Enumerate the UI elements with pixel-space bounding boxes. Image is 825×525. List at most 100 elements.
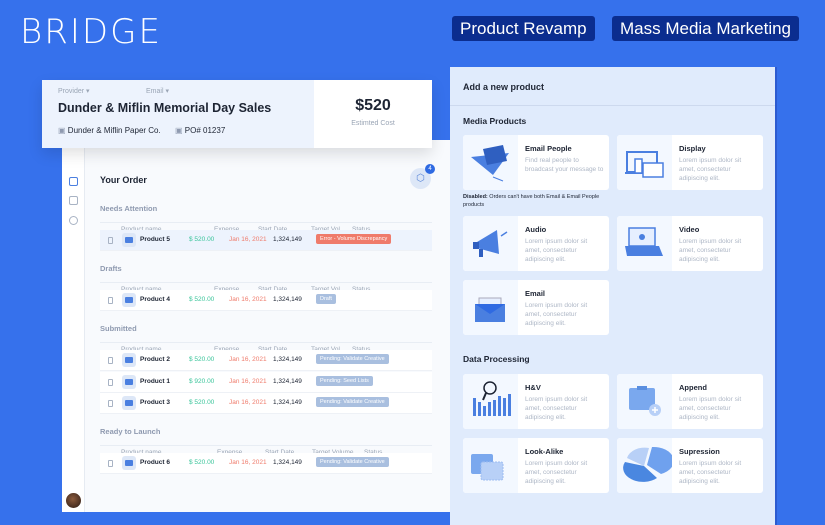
gear-icon[interactable]: [69, 216, 78, 225]
cart-count-badge: 4: [425, 164, 435, 174]
bar-magnifier-icon: [463, 374, 518, 429]
target-volume: 1,324,149: [273, 399, 302, 406]
card-title: Supression: [679, 447, 720, 456]
product-card-email-people[interactable]: Email People Find real people to broadcas…: [463, 135, 609, 190]
product-card-email[interactable]: Email Lorem ipsum dolor sit amet, consect…: [463, 280, 609, 335]
trash-icon[interactable]: [108, 357, 113, 364]
expense: $ 520.00: [189, 296, 215, 303]
table-row[interactable]: Product 1 $ 920.00 Jan 16, 2021 1,324,149 Pe…: [100, 371, 432, 393]
start-date: Jan 16, 2021: [229, 399, 267, 406]
card-description: Find real people to broadcast your messa…: [525, 157, 604, 173]
card-description: Lorem ipsum dolor sit amet, consectetur …: [679, 396, 742, 421]
company-name: ▣ Dunder & Miflin Paper Co.: [58, 126, 161, 135]
po-label: PO# 01237: [184, 126, 226, 135]
target-volume: 1,324,149: [273, 236, 302, 243]
product-icon: [122, 396, 136, 410]
box-icon: ⬡: [416, 173, 425, 184]
order-header-card: Provider ▾ Email ▾ Dunder & Miflin Memor…: [42, 80, 432, 148]
start-date: Jan 16, 2021: [229, 356, 267, 363]
avatar[interactable]: [66, 493, 81, 508]
product-card-h-v[interactable]: H&V Lorem ipsum dolor sit amet, consectet…: [463, 374, 609, 429]
dashboard-icon[interactable]: [69, 177, 78, 186]
product-name: Product 2: [140, 356, 170, 363]
product-icon: [122, 456, 136, 470]
trash-icon[interactable]: [108, 460, 113, 467]
card-title: Look-Alike: [525, 447, 564, 456]
card-title: Append: [679, 383, 707, 392]
provider-label: Provider: [58, 88, 85, 95]
panel-title: Add a new product: [463, 82, 544, 92]
order-window: Your Order ⬡4 Needs AttentionProduct nam…: [62, 140, 452, 512]
expense: $ 920.00: [189, 377, 215, 385]
start-date: Jan 16, 2021: [229, 296, 267, 303]
table-row[interactable]: Product 6 $ 520.00 Jan 16, 2021 1,324,149 Pe…: [100, 453, 432, 474]
divider: [450, 105, 775, 106]
card-title: Audio: [525, 225, 547, 234]
card-description: Lorem ipsum dolor sit amet, consectetur …: [525, 396, 588, 421]
note-bold: Disabled:: [463, 194, 488, 200]
table-row[interactable]: Product 4 $ 520.00 Jan 16, 2021 1,324,149 Dr…: [100, 290, 432, 311]
product-card-supression[interactable]: Supression Lorem ipsum dolor sit amet, co…: [617, 438, 763, 493]
section-title: Drafts: [100, 264, 122, 273]
email-dropdown[interactable]: Email ▾: [146, 87, 169, 95]
status-badge: Error - Volume Discrepancy: [316, 234, 392, 244]
product-icon: [122, 233, 136, 247]
provider-dropdown[interactable]: Provider ▾: [58, 87, 90, 95]
trash-icon[interactable]: [108, 400, 113, 407]
expense: $ 520.00: [189, 356, 215, 363]
sidebar: [62, 140, 85, 512]
product-icon: [122, 293, 136, 307]
trash-icon[interactable]: [108, 237, 113, 244]
table-row[interactable]: Product 2 $ 520.00 Jan 16, 2021 1,324,149 Pe…: [100, 350, 432, 371]
card-description: Lorem ipsum dolor sit amet, consectetur …: [679, 460, 742, 485]
cart-button[interactable]: ⬡ 4: [410, 164, 435, 189]
project-tag[interactable]: Product Revamp: [452, 16, 595, 41]
product-card-audio[interactable]: Audio Lorem ipsum dolor sit amet, consect…: [463, 216, 609, 271]
media-products-heading: Media Products: [463, 116, 527, 126]
estimated-cost: $520 Estimted Cost: [314, 80, 432, 148]
card-description: Lorem ipsum dolor sit amet, consectetur …: [679, 238, 742, 263]
target-volume: 1,324,149: [273, 356, 302, 363]
order-title: Your Order: [100, 175, 147, 185]
product-icon: [122, 353, 136, 367]
card-description: Lorem ipsum dolor sit amet, consectetur …: [679, 157, 742, 182]
product-card-look-alike[interactable]: Look-Alike Lorem ipsum dolor sit amet, co…: [463, 438, 609, 493]
card-title: Email: [525, 289, 546, 298]
disabled-note: Disabled: Orders can't have both Email &…: [463, 193, 603, 209]
start-date: Jan 16, 2021: [229, 377, 267, 385]
expense: $ 520.00: [189, 399, 215, 406]
product-name: Product 3: [140, 399, 170, 406]
bridge-logo: BRIDGE: [20, 12, 162, 52]
po-number: ▣ PO# 01237: [175, 126, 225, 135]
status-badge: Pending: Validate Creative: [316, 457, 389, 467]
card-description: Lorem ipsum dolor sit amet, consectetur …: [525, 460, 588, 485]
start-date: Jan 16, 2021: [229, 236, 267, 243]
status-badge: Pending: Seed Lists: [316, 375, 373, 386]
product-name: Product 5: [140, 236, 170, 243]
cost-label: Estimted Cost: [351, 120, 395, 127]
product-card-append[interactable]: Append Lorem ipsum dolor sit amet, consec…: [617, 374, 763, 429]
card-title: Email People: [525, 144, 572, 153]
document-icon[interactable]: [69, 196, 78, 205]
folder-plus-icon: [617, 374, 672, 429]
table-row[interactable]: Product 3 $ 520.00 Jan 16, 2021 1,324,149 Pe…: [100, 393, 432, 414]
trash-icon[interactable]: [108, 378, 113, 386]
target-volume: 1,324,149: [273, 377, 302, 385]
status-badge: Pending: Validate Creative: [316, 397, 389, 407]
section-title: Submitted: [100, 324, 137, 333]
product-card-display[interactable]: Display Lorem ipsum dolor sit amet, conse…: [617, 135, 763, 190]
product-name: Product 4: [140, 296, 170, 303]
card-title: Display: [679, 144, 706, 153]
table-row[interactable]: Product 5 $ 520.00 Jan 16, 2021 1,324,149 Er…: [100, 230, 432, 251]
campaign-tag[interactable]: Mass Media Marketing: [612, 16, 800, 41]
target-volume: 1,324,149: [273, 296, 302, 303]
pie-chart-icon: [617, 438, 674, 493]
trash-icon[interactable]: [108, 297, 113, 304]
product-card-video[interactable]: Video Lorem ipsum dolor sit amet, consect…: [617, 216, 763, 271]
campaign-title: Dunder & Miflin Memorial Day Sales: [58, 101, 272, 115]
target-volume: 1,324,149: [273, 459, 302, 466]
briefcase-icon: ▣: [58, 126, 66, 135]
card-description: Lorem ipsum dolor sit amet, consectetur …: [525, 302, 588, 327]
devices-icon: [617, 135, 672, 190]
card-title: Video: [679, 225, 700, 234]
